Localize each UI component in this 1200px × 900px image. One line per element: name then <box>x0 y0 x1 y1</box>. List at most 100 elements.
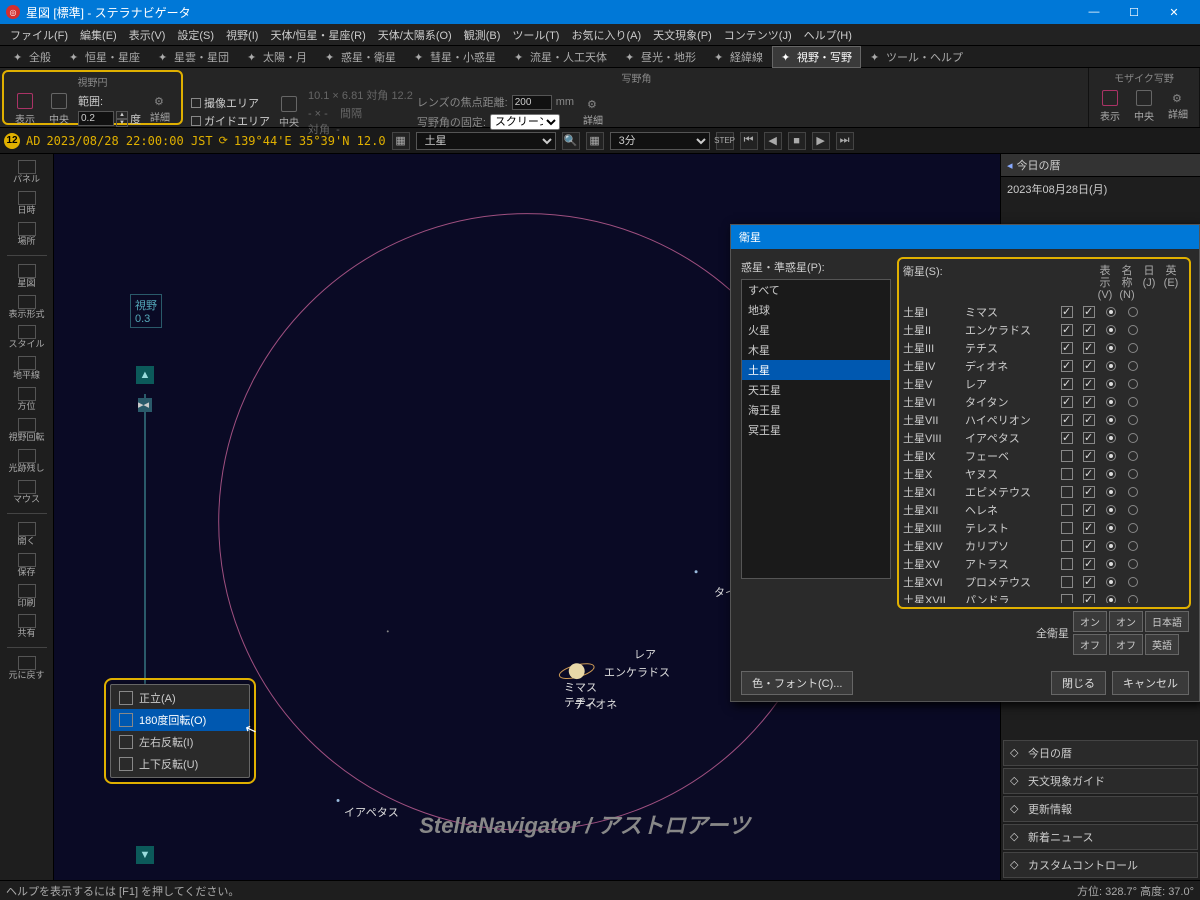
step-select[interactable]: 3分 <box>610 132 710 150</box>
sat-en-radio[interactable] <box>1128 307 1138 317</box>
sat-visible-checkbox[interactable] <box>1061 486 1073 498</box>
menu-item[interactable]: 天体/恒星・星座(R) <box>264 25 371 45</box>
ctx-item[interactable]: 180度回転(O) <box>111 709 249 731</box>
sat-jp-radio[interactable] <box>1106 469 1116 479</box>
sidetool-共有[interactable]: 共有 <box>5 612 49 641</box>
mosaic-show-button[interactable]: 表示 <box>1095 88 1125 125</box>
sat-en-radio[interactable] <box>1128 505 1138 515</box>
ribbon-tab[interactable]: ✦視野・写野 <box>772 46 861 68</box>
sidetool-場所[interactable]: 場所 <box>5 220 49 249</box>
sat-name-checkbox[interactable] <box>1083 378 1095 390</box>
ribbon-tab[interactable]: ✦全般 <box>4 46 60 68</box>
sat-name-checkbox[interactable] <box>1083 522 1095 534</box>
sidetool-表示形式[interactable]: 表示形式 <box>5 293 49 322</box>
sidetool-光跡残し[interactable]: 光跡残し <box>5 447 49 476</box>
focal-length-input[interactable] <box>512 95 552 110</box>
fov-detail-button[interactable]: 詳細 <box>145 93 175 126</box>
sat-en-radio[interactable] <box>1128 451 1138 461</box>
sat-name-checkbox[interactable] <box>1083 540 1095 552</box>
ribbon-tab[interactable]: ✦恒星・星座 <box>60 46 149 68</box>
sat-jp-radio[interactable] <box>1106 451 1116 461</box>
sat-name-checkbox[interactable] <box>1083 486 1095 498</box>
step-mode-icon[interactable]: STEP <box>716 132 734 150</box>
time-first-button[interactable]: ⏮ <box>740 132 758 150</box>
color-font-button[interactable]: 色・フォント(C)... <box>741 671 853 695</box>
time-next-button[interactable]: ▶ <box>812 132 830 150</box>
fov-range-input[interactable] <box>78 111 114 126</box>
all-v-off[interactable]: オフ <box>1073 634 1107 655</box>
ribbon-tab[interactable]: ✦彗星・小惑星 <box>405 46 505 68</box>
sidetool-星図[interactable]: 星図 <box>5 262 49 291</box>
sat-jp-radio[interactable] <box>1106 559 1116 569</box>
ribbon-tab[interactable]: ✦昼光・地形 <box>616 46 705 68</box>
sidetool-印刷[interactable]: 印刷 <box>5 582 49 611</box>
sat-visible-checkbox[interactable] <box>1061 360 1073 372</box>
ribbon-tab[interactable]: ✦太陽・月 <box>238 46 316 68</box>
menu-item[interactable]: 天体/太陽系(O) <box>372 25 458 45</box>
sat-jp-radio[interactable] <box>1106 307 1116 317</box>
sat-visible-checkbox[interactable] <box>1061 576 1073 588</box>
sat-jp-radio[interactable] <box>1106 577 1116 587</box>
sat-visible-checkbox[interactable] <box>1061 450 1073 462</box>
sat-visible-checkbox[interactable] <box>1061 306 1073 318</box>
menu-item[interactable]: 編集(E) <box>74 25 123 45</box>
sat-name-checkbox[interactable] <box>1083 558 1095 570</box>
sat-en-radio[interactable] <box>1128 361 1138 371</box>
ctx-item[interactable]: 上下反転(U) <box>111 753 249 775</box>
target-detail-icon[interactable]: ▦ <box>586 132 604 150</box>
sat-name-checkbox[interactable] <box>1083 396 1095 408</box>
ribbon-tab[interactable]: ✦ツール・ヘルプ <box>861 46 972 68</box>
planet-row[interactable]: 火星 <box>742 320 890 340</box>
sat-visible-checkbox[interactable] <box>1061 396 1073 408</box>
sat-visible-checkbox[interactable] <box>1061 558 1073 570</box>
sat-jp-radio[interactable] <box>1106 595 1116 603</box>
sat-name-checkbox[interactable] <box>1083 504 1095 516</box>
sat-jp-radio[interactable] <box>1106 541 1116 551</box>
coords-detail-icon[interactable]: ▦ <box>392 132 410 150</box>
sat-name-checkbox[interactable] <box>1083 342 1095 354</box>
sat-name-checkbox[interactable] <box>1083 306 1095 318</box>
ctx-item[interactable]: 左右反転(I) <box>111 731 249 753</box>
sat-en-radio[interactable] <box>1128 379 1138 389</box>
menu-item[interactable]: 表示(V) <box>123 25 172 45</box>
planet-row[interactable]: すべて <box>742 280 890 300</box>
menu-item[interactable]: ヘルプ(H) <box>798 25 858 45</box>
planet-row[interactable]: 土星 <box>742 360 890 380</box>
sat-jp-radio[interactable] <box>1106 415 1116 425</box>
planet-listbox[interactable]: すべて地球火星木星土星天王星海王星冥王星 <box>741 279 891 579</box>
sat-visible-checkbox[interactable] <box>1061 468 1073 480</box>
planet-row[interactable]: 木星 <box>742 340 890 360</box>
sat-visible-checkbox[interactable] <box>1061 522 1073 534</box>
sidetool-地平線[interactable]: 地平線 <box>5 354 49 383</box>
sat-en-radio[interactable] <box>1128 487 1138 497</box>
sat-name-checkbox[interactable] <box>1083 594 1095 603</box>
ctx-item[interactable]: 正立(A) <box>111 687 249 709</box>
sat-en-radio[interactable] <box>1128 523 1138 533</box>
lang-jp[interactable]: 日本語 <box>1145 611 1189 632</box>
coords-display[interactable]: 139°44'E 35°39'N 12.0 <box>234 134 386 148</box>
accordion-header[interactable]: ◇天文現象ガイド <box>1003 768 1198 794</box>
sat-jp-radio[interactable] <box>1106 361 1116 371</box>
all-n-on[interactable]: オン <box>1109 611 1143 632</box>
ribbon-tab[interactable]: ✦星雲・星団 <box>149 46 238 68</box>
minimize-button[interactable]: — <box>1074 0 1114 24</box>
sat-name-checkbox[interactable] <box>1083 468 1095 480</box>
sat-visible-checkbox[interactable] <box>1061 342 1073 354</box>
target-select[interactable]: 土星 <box>416 132 556 150</box>
fov-center-button[interactable]: 中央 <box>44 91 74 128</box>
sat-jp-radio[interactable] <box>1106 379 1116 389</box>
sat-visible-checkbox[interactable] <box>1061 540 1073 552</box>
menu-item[interactable]: 天文現象(P) <box>647 25 718 45</box>
sat-name-checkbox[interactable] <box>1083 360 1095 372</box>
imaging-area-checkbox[interactable]: 撮像エリア <box>191 95 270 111</box>
sat-jp-radio[interactable] <box>1106 325 1116 335</box>
dialog-title[interactable]: 衛星 <box>731 225 1199 249</box>
fov-show-button[interactable]: 表示 <box>10 91 40 128</box>
sidetool-保存[interactable]: 保存 <box>5 551 49 580</box>
sat-en-radio[interactable] <box>1128 325 1138 335</box>
time-prev-button[interactable]: ◀ <box>764 132 782 150</box>
sidetool-マウス[interactable]: マウス <box>5 478 49 507</box>
mosaic-detail-button[interactable]: 詳細 <box>1163 90 1193 123</box>
mosaic-center-button[interactable]: 中央 <box>1129 88 1159 125</box>
sat-jp-radio[interactable] <box>1106 487 1116 497</box>
